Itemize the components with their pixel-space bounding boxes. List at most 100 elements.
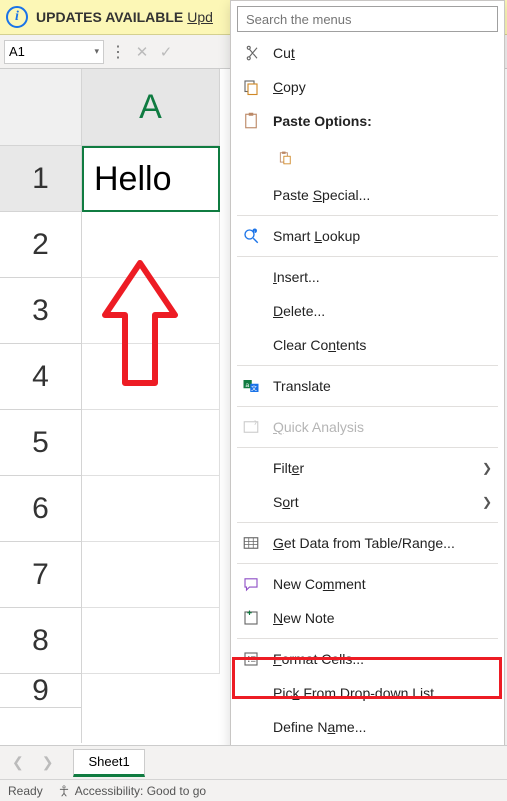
chevron-right-icon: ❯ — [482, 495, 492, 509]
menu-item-new-comment[interactable]: New Comment — [231, 567, 504, 601]
menu-search-input[interactable] — [237, 6, 498, 32]
row-headers: 1 2 3 4 5 6 7 8 9 — [0, 69, 82, 743]
row-header-8[interactable]: 8 — [0, 608, 81, 674]
blank-icon — [241, 458, 261, 478]
col-header-A[interactable]: A — [82, 69, 220, 146]
format-cells-icon — [241, 649, 261, 669]
paste-icon[interactable] — [275, 148, 295, 168]
clipboard-icon — [241, 111, 261, 131]
menu-label: Quick Analysis — [273, 419, 364, 435]
cell-A2[interactable] — [82, 212, 220, 278]
menu-separator — [237, 256, 498, 257]
status-bar: Ready Accessibility: Good to go — [0, 779, 507, 801]
menu-label: Format Cells... — [273, 651, 364, 667]
menu-label: Sort — [273, 494, 299, 510]
chevron-down-icon[interactable]: ▾ — [94, 46, 99, 57]
menu-item-sort[interactable]: Sort ❯ — [231, 485, 504, 519]
menu-separator — [237, 563, 498, 564]
note-icon — [241, 608, 261, 628]
menu-item-smart-lookup[interactable]: i Smart Lookup — [231, 219, 504, 253]
blank-icon — [241, 267, 261, 287]
comment-icon — [241, 574, 261, 594]
cell-A5[interactable] — [82, 410, 220, 476]
select-all-corner[interactable] — [0, 69, 81, 146]
blank-icon — [241, 717, 261, 737]
blank-icon — [241, 335, 261, 355]
row-header-3[interactable]: 3 — [0, 278, 81, 344]
menu-label: Delete... — [273, 303, 325, 319]
row-header-6[interactable]: 6 — [0, 476, 81, 542]
info-icon: i — [6, 6, 28, 28]
row-header-1[interactable]: 1 — [0, 146, 81, 212]
menu-label: Paste Special... — [273, 187, 370, 203]
copy-icon — [241, 77, 261, 97]
menu-label: Smart Lookup — [273, 228, 360, 244]
menu-label: Copy — [273, 79, 306, 95]
row-header-5[interactable]: 5 — [0, 410, 81, 476]
menu-item-paste-special[interactable]: Paste Special... — [231, 178, 504, 212]
sheet-nav-prev[interactable]: ❮ — [8, 750, 28, 775]
menu-item-copy[interactable]: Copy — [231, 70, 504, 104]
row-header-2[interactable]: 2 — [0, 212, 81, 278]
menu-label: Get Data from Table/Range... — [273, 535, 455, 551]
menu-item-pick-list[interactable]: Pick From Drop-down List... — [231, 676, 504, 710]
menu-label: Define Name... — [273, 719, 366, 735]
updates-link[interactable]: Upd — [187, 9, 213, 25]
menu-item-quick-analysis: Quick Analysis — [231, 410, 504, 444]
menu-item-filter[interactable]: Filter ❯ — [231, 451, 504, 485]
accessibility-icon — [57, 784, 71, 798]
menu-label: Paste Options: — [273, 113, 372, 129]
sheet-tabs-bar: ❮ ❯ Sheet1 — [0, 745, 507, 779]
accessibility-status[interactable]: Accessibility: Good to go — [57, 784, 206, 798]
menu-item-insert[interactable]: Insert... — [231, 260, 504, 294]
blank-icon — [241, 301, 261, 321]
menu-label: Pick From Drop-down List... — [273, 685, 446, 701]
menu-item-define-name[interactable]: Define Name... — [231, 710, 504, 744]
menu-item-translate[interactable]: a文 Translate — [231, 369, 504, 403]
menu-separator — [237, 522, 498, 523]
menu-label: New Comment — [273, 576, 366, 592]
menu-separator — [237, 447, 498, 448]
row-header-7[interactable]: 7 — [0, 542, 81, 608]
menu-item-get-data[interactable]: Get Data from Table/Range... — [231, 526, 504, 560]
scissors-icon — [241, 43, 261, 63]
context-menu: Cut Copy Paste Options: Paste Special...… — [230, 0, 505, 800]
cell-A4[interactable] — [82, 344, 220, 410]
menu-label: Translate — [273, 378, 331, 394]
sheet-nav-next[interactable]: ❯ — [38, 750, 58, 775]
cancel-icon: ✕ — [132, 43, 152, 61]
quick-analysis-icon — [241, 417, 261, 437]
menu-label: Insert... — [273, 269, 320, 285]
cell-A8[interactable] — [82, 608, 220, 674]
menu-label: New Note — [273, 610, 334, 626]
row-header-4[interactable]: 4 — [0, 344, 81, 410]
cell-A1[interactable]: Hello — [82, 146, 220, 212]
menu-separator — [237, 638, 498, 639]
cell-A7[interactable] — [82, 542, 220, 608]
sheet-tab-sheet1[interactable]: Sheet1 — [73, 749, 144, 777]
menu-item-delete[interactable]: Delete... — [231, 294, 504, 328]
row-header-9[interactable]: 9 — [0, 674, 81, 708]
blank-icon — [241, 492, 261, 512]
menu-label: Filter — [273, 460, 304, 476]
svg-text:a: a — [245, 382, 249, 389]
menu-label: Cut — [273, 45, 295, 61]
menu-item-paste-options: Paste Options: — [231, 104, 504, 138]
menu-separator — [237, 365, 498, 366]
name-box[interactable]: A1 ▾ — [4, 40, 104, 64]
menu-item-format-cells[interactable]: Format Cells... — [231, 642, 504, 676]
menu-separator — [237, 406, 498, 407]
blank-icon — [241, 683, 261, 703]
cell-A3[interactable] — [82, 278, 220, 344]
enter-icon: ✓ — [156, 43, 176, 61]
vertical-dots-icon[interactable]: ⋮ — [108, 42, 128, 62]
blank-icon — [241, 185, 261, 205]
menu-search-wrap — [237, 6, 498, 32]
menu-item-new-note[interactable]: New Note — [231, 601, 504, 635]
menu-item-cut[interactable]: Cut — [231, 36, 504, 70]
accessibility-label: Accessibility: Good to go — [75, 784, 206, 798]
cell-A6[interactable] — [82, 476, 220, 542]
translate-icon: a文 — [241, 376, 261, 396]
menu-item-clear-contents[interactable]: Clear Contents — [231, 328, 504, 362]
paste-option-buttons — [231, 138, 504, 178]
